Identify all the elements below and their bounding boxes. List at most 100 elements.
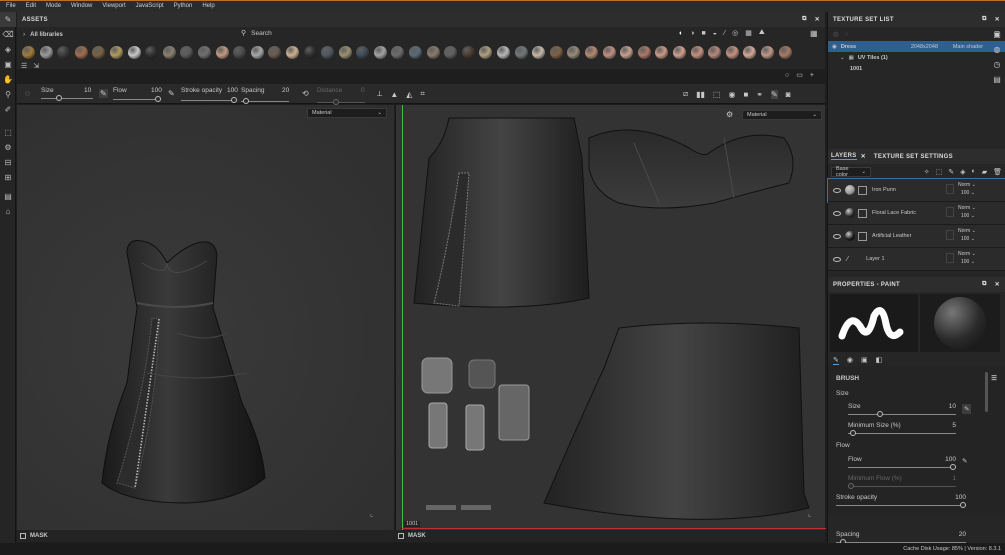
add-effect-icon[interactable]: ✧ <box>924 168 930 176</box>
layer-blend[interactable]: Norm ⌄ 100 ⌄ <box>958 250 976 266</box>
close-icon[interactable]: ✕ <box>861 153 866 160</box>
layer-row[interactable]: Iron Punn Norm ⌄ 100 ⌄ <box>827 178 1005 203</box>
chevron-right-icon[interactable]: › <box>23 31 25 38</box>
render-icon[interactable]: ◉ <box>728 90 735 99</box>
add-mask-icon[interactable]: ⬚ <box>936 168 943 176</box>
material-thumbnail[interactable] <box>532 45 546 59</box>
projection-tool-icon[interactable]: ◈ <box>0 42 16 57</box>
mask-checkbox-3d[interactable] <box>20 533 26 539</box>
camera-icon[interactable]: ⬚ <box>713 90 721 99</box>
material-thumbnail[interactable] <box>602 45 616 59</box>
material-thumbnail[interactable] <box>22 45 35 59</box>
preset-menu-icon[interactable]: ☰ <box>991 374 997 382</box>
mask-thumbnail[interactable] <box>858 231 867 241</box>
layer-blend[interactable]: Norm ⌄ 100 ⌄ <box>958 181 976 197</box>
viewport-3d[interactable]: Material ⌄ ⌞ <box>17 105 394 530</box>
grid-view-icon[interactable]: ▦ <box>810 29 818 38</box>
alpha-filter-icon[interactable]: ▦ <box>745 29 752 37</box>
material-thumbnail[interactable] <box>215 45 229 59</box>
material-filter-icon[interactable]: ◐ <box>679 30 683 37</box>
properties-scrollbar[interactable] <box>985 372 988 412</box>
prop-stroke-value[interactable]: 100 <box>955 494 966 501</box>
flow-pressure-icon[interactable]: ✎ <box>962 457 967 465</box>
material-thumbnail[interactable] <box>57 45 71 59</box>
mask-thumbnail[interactable] <box>858 185 867 195</box>
material-thumbnail[interactable] <box>743 45 757 59</box>
circle-icon[interactable]: ○ <box>785 72 789 79</box>
delete-icon[interactable]: 🗑 <box>993 168 1002 176</box>
material-thumbnail[interactable] <box>39 45 53 59</box>
layer-color-swatch[interactable] <box>946 207 954 217</box>
material-channel-select-3d[interactable]: Material ⌄ <box>307 108 387 118</box>
display-icon[interactable]: ▣ <box>993 30 1001 39</box>
material-thumbnail[interactable] <box>760 45 774 59</box>
prop-size-slider[interactable] <box>848 411 956 417</box>
import-icon[interactable]: ⇲ <box>33 62 39 70</box>
material-thumbnail[interactable] <box>127 45 141 59</box>
stroke-opacity-slider[interactable] <box>181 97 237 103</box>
clone-icon[interactable]: ⚭ <box>756 90 763 99</box>
size-slider[interactable] <box>41 95 93 101</box>
size-value[interactable]: 10 <box>84 87 91 94</box>
measure-icon[interactable]: ⊟ <box>0 155 16 170</box>
brush-filter-icon[interactable]: ⁄ <box>724 30 725 37</box>
material-thumbnail[interactable] <box>109 45 123 59</box>
material-thumbnail[interactable] <box>373 45 387 59</box>
prop-min-size-value[interactable]: 5 <box>952 422 956 429</box>
folder-icon[interactable]: ▭ <box>796 71 803 79</box>
color-picker-icon[interactable]: ✐ <box>0 102 16 117</box>
add-paint-layer-icon[interactable]: ✎ <box>948 168 954 176</box>
material-thumbnail[interactable] <box>233 45 247 59</box>
material-thumbnail[interactable] <box>514 45 528 59</box>
flow-pressure-icon[interactable]: ✎ <box>168 89 175 98</box>
pen-pressure-icon[interactable]: ✎ <box>99 89 108 98</box>
material-thumbnail[interactable] <box>426 45 440 59</box>
material-thumbnail[interactable] <box>655 45 669 59</box>
material-thumbnail[interactable] <box>162 45 176 59</box>
eye-icon[interactable] <box>833 210 841 216</box>
prop-min-size-slider[interactable] <box>848 430 956 436</box>
material-thumbnail[interactable] <box>585 45 598 59</box>
globe-icon[interactable]: ◍ <box>994 45 1001 54</box>
material-thumbnail[interactable] <box>444 45 458 59</box>
material-thumbnail[interactable] <box>725 45 739 59</box>
material-thumbnail[interactable] <box>197 45 211 59</box>
uv-tile-row[interactable]: 1001 <box>828 63 1005 74</box>
paint-brush-tool-icon[interactable]: ✎ <box>0 12 16 27</box>
eye-icon[interactable] <box>833 256 841 262</box>
lazy-mouse-icon[interactable]: ⟲ <box>302 89 309 98</box>
hide-all-icon[interactable]: ◌ <box>845 31 849 38</box>
material-thumbnail[interactable] <box>303 45 317 59</box>
layer-row[interactable]: ⁄ Layer 1 Norm ⌄ 100 ⌄ <box>828 248 1005 271</box>
chevron-down-icon[interactable]: ⌄ <box>840 55 845 61</box>
material-thumbnail[interactable] <box>391 45 405 59</box>
viewport-2d[interactable]: ⚙ Material ⌄ 1001 ⌞ <box>395 105 826 530</box>
eye-icon[interactable]: ◉ <box>832 44 837 50</box>
log-icon[interactable]: ▤ <box>993 75 1001 84</box>
mirror-icon[interactable]: ▲ <box>390 90 398 99</box>
prop-size-value[interactable]: 10 <box>949 403 956 410</box>
smudge-tool-icon[interactable]: ✋ <box>0 72 16 87</box>
material-thumbnail[interactable] <box>338 45 352 59</box>
material-thumbnail[interactable] <box>637 45 651 59</box>
add-icon[interactable]: + <box>810 72 814 79</box>
symmetry-icon[interactable]: ⟂ <box>377 89 382 99</box>
prop-flow-slider[interactable] <box>848 464 956 470</box>
add-smart-layer-icon[interactable]: ◐ <box>971 168 975 175</box>
undock-icon[interactable]: ⧉ <box>802 16 807 23</box>
menu-window[interactable]: Window <box>71 1 92 12</box>
eraser-tool-icon[interactable]: ⌫ <box>0 27 16 42</box>
layer-blend[interactable]: Norm ⌄ 100 ⌄ <box>958 204 976 220</box>
eye-icon[interactable] <box>833 233 841 239</box>
smart-mask-filter-icon[interactable]: ◒ <box>713 30 717 37</box>
menu-javascript[interactable]: JavaScript <box>136 1 164 12</box>
material-thumbnail[interactable] <box>479 45 493 59</box>
smart-material-filter-icon[interactable]: ◑ <box>690 30 694 37</box>
material-thumbnail[interactable] <box>145 45 159 59</box>
prop-spacing-value[interactable]: 20 <box>959 531 966 538</box>
flow-slider[interactable] <box>113 96 161 102</box>
channel-select[interactable]: Base color ⌄ <box>831 166 871 178</box>
visibility-icon[interactable]: ◎ <box>833 30 839 38</box>
material-tab-icon[interactable]: ◉ <box>847 356 853 364</box>
alignment-icon[interactable]: ◭ <box>406 90 412 99</box>
